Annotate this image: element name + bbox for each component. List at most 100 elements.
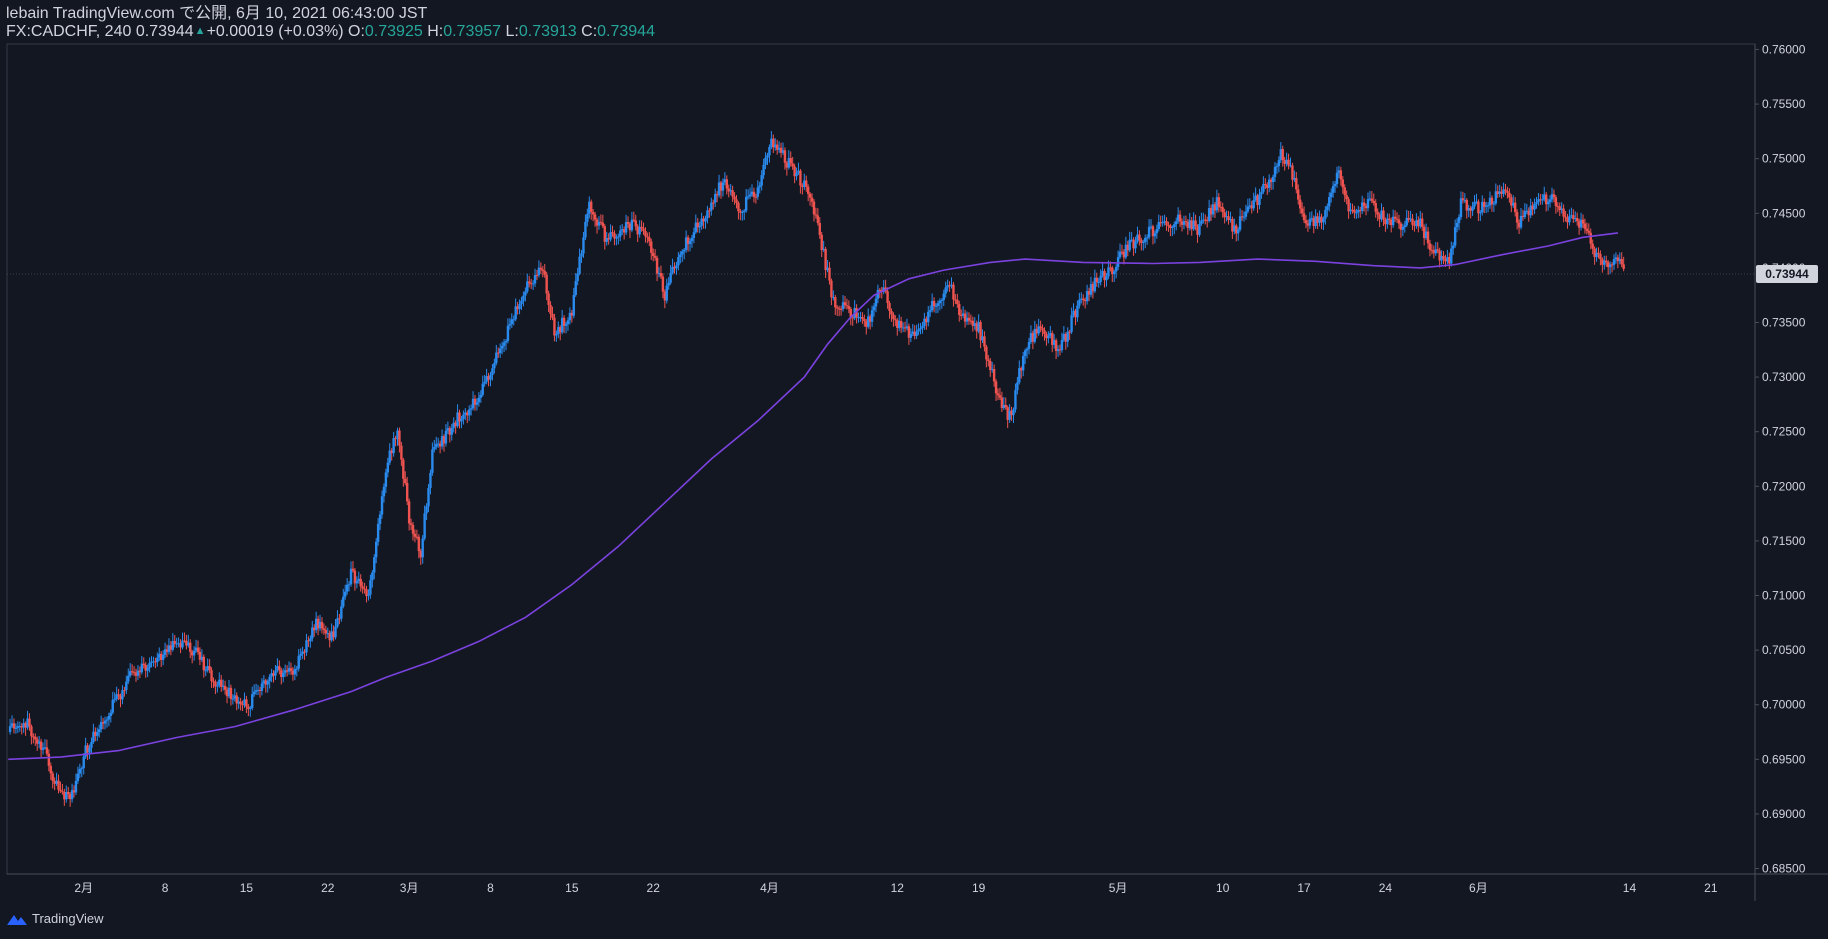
candle-body bbox=[161, 654, 165, 660]
candle-body bbox=[1145, 237, 1149, 239]
candle-body bbox=[402, 459, 405, 479]
candle-body bbox=[814, 214, 818, 216]
candle-body bbox=[12, 723, 16, 729]
candle-body bbox=[593, 214, 597, 220]
candle-body bbox=[996, 393, 1000, 396]
candle-body bbox=[245, 699, 248, 707]
candle-body bbox=[531, 283, 535, 285]
candle-body bbox=[249, 707, 252, 710]
candle-body bbox=[760, 175, 763, 186]
candle-body bbox=[392, 438, 395, 454]
footer-brand: TradingView bbox=[32, 911, 104, 926]
candle-body bbox=[870, 310, 874, 322]
price-tick-label: 0.74500 bbox=[1762, 206, 1806, 220]
candle-body bbox=[1147, 226, 1151, 238]
candle-body bbox=[278, 666, 281, 671]
candle-body bbox=[789, 158, 792, 164]
candle-body bbox=[148, 662, 151, 668]
time-tick-label: 24 bbox=[1379, 881, 1393, 895]
candle-body bbox=[1605, 260, 1608, 263]
candle-body bbox=[677, 257, 680, 266]
candle-body bbox=[251, 694, 254, 708]
price-tick-label: 0.70000 bbox=[1762, 698, 1806, 712]
candle-body bbox=[1097, 282, 1100, 284]
candle-body bbox=[413, 533, 417, 537]
candle-body bbox=[998, 395, 1002, 398]
candle-body bbox=[1341, 179, 1344, 188]
candle-body bbox=[987, 359, 990, 361]
chart-svg[interactable]: 0.760000.755000.750000.745000.740000.735… bbox=[0, 0, 1828, 939]
time-axis[interactable]: 2月 8 15 22 3月 8 15 22 4月 12 19 5月 10 17 24 6月 14 21 bbox=[74, 881, 1717, 895]
candle-body bbox=[444, 430, 448, 444]
candle-body bbox=[334, 626, 337, 638]
candle-body bbox=[528, 281, 531, 284]
candle-body bbox=[956, 299, 959, 304]
candle-body bbox=[1328, 197, 1331, 207]
candle-body bbox=[615, 237, 618, 239]
candle-body bbox=[173, 641, 176, 644]
candle-body bbox=[1535, 202, 1538, 204]
price-tick-label: 0.70500 bbox=[1762, 643, 1806, 657]
candle-body bbox=[725, 179, 729, 189]
candle-body bbox=[1273, 166, 1277, 177]
candle-body bbox=[681, 251, 684, 255]
candle-body bbox=[985, 346, 988, 360]
candle-body bbox=[566, 320, 570, 325]
price-tick-label: 0.69500 bbox=[1762, 752, 1806, 766]
candle-body bbox=[1281, 149, 1284, 161]
candle-body bbox=[989, 360, 992, 370]
candle-body bbox=[260, 683, 264, 691]
candle-body bbox=[342, 596, 345, 607]
candle-body bbox=[98, 729, 101, 733]
candles bbox=[8, 131, 1625, 807]
candle-body bbox=[1393, 216, 1397, 219]
candle-body bbox=[886, 291, 889, 304]
candle-body bbox=[349, 568, 353, 585]
price-axis[interactable]: 0.760000.755000.750000.745000.740000.735… bbox=[1755, 42, 1806, 876]
candle-body bbox=[909, 333, 913, 338]
candle-body bbox=[888, 303, 891, 311]
candle-body bbox=[8, 726, 12, 733]
candle-body bbox=[1585, 228, 1589, 231]
candle-body bbox=[1275, 166, 1279, 168]
candle-body bbox=[481, 383, 484, 395]
candle-body bbox=[493, 363, 496, 369]
candle-body bbox=[735, 199, 738, 203]
candle-body bbox=[1562, 208, 1565, 217]
candle-body bbox=[1242, 216, 1246, 218]
candle-body bbox=[1264, 183, 1267, 185]
candle-body bbox=[1021, 356, 1025, 371]
candle-body bbox=[111, 699, 114, 713]
candle-body bbox=[791, 163, 794, 167]
candle-body bbox=[555, 333, 558, 336]
candle-body bbox=[1374, 203, 1377, 212]
time-tick-label: 6月 bbox=[1469, 881, 1488, 895]
candle-body bbox=[783, 150, 787, 163]
candle-body bbox=[710, 202, 713, 211]
candle-body bbox=[712, 202, 715, 204]
candle-body bbox=[611, 232, 614, 234]
candle-body bbox=[421, 538, 424, 558]
candle-body bbox=[762, 164, 765, 176]
candle-body bbox=[584, 221, 587, 238]
candle-body bbox=[1217, 197, 1221, 207]
candle-body bbox=[1461, 198, 1465, 200]
candle-body bbox=[1622, 264, 1625, 269]
candle-body bbox=[268, 676, 271, 682]
candle-body bbox=[1541, 199, 1544, 201]
candle-body bbox=[932, 300, 936, 307]
candle-body bbox=[506, 325, 510, 341]
candle-body bbox=[78, 769, 82, 774]
candle-body bbox=[630, 219, 634, 231]
candle-body bbox=[202, 656, 206, 671]
candle-body bbox=[1366, 199, 1370, 209]
candle-body bbox=[322, 628, 326, 630]
candle-body bbox=[669, 272, 672, 283]
candle-body bbox=[1421, 218, 1424, 227]
candle-body bbox=[1128, 239, 1131, 251]
candle-body bbox=[1161, 222, 1164, 224]
candle-body bbox=[345, 584, 349, 592]
candle-body bbox=[845, 305, 849, 307]
candle-body bbox=[223, 685, 227, 690]
candle-body bbox=[417, 536, 421, 552]
